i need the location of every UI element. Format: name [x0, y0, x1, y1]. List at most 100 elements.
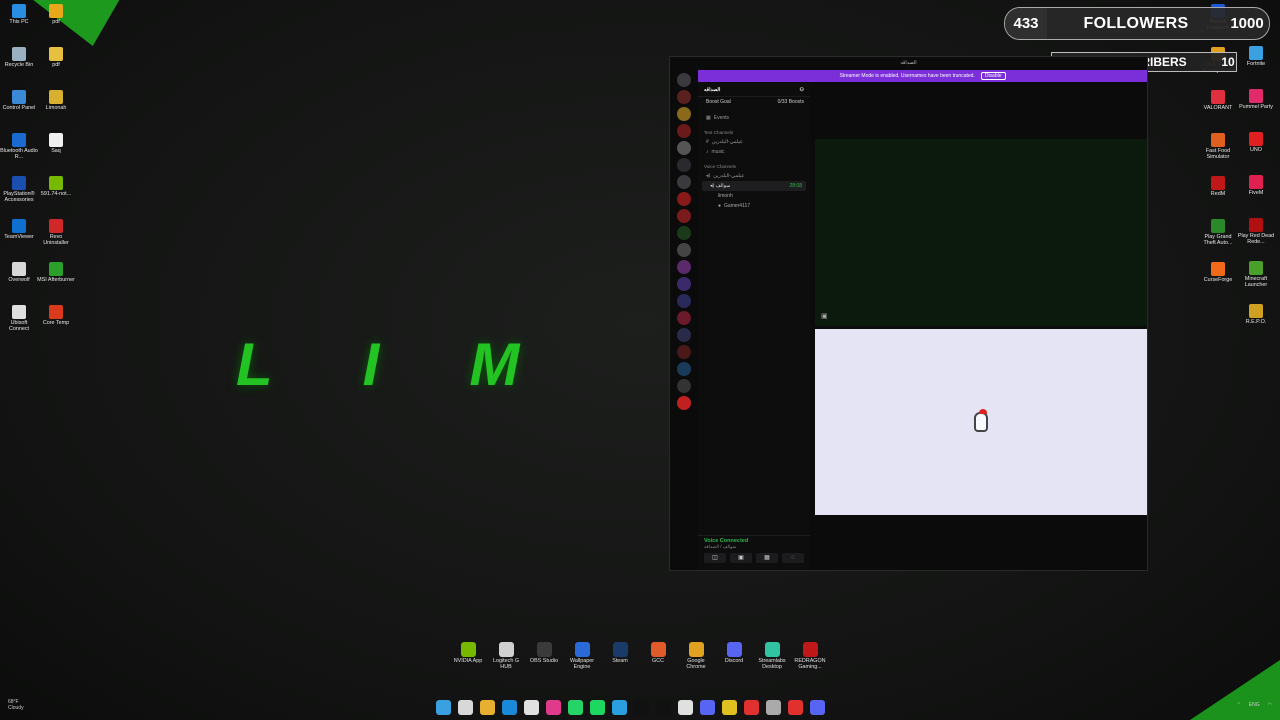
invite-icon[interactable]: ⚇	[800, 87, 804, 93]
wifi-icon[interactable]: ◠	[1268, 702, 1272, 708]
text-channel[interactable]: ♪ music	[698, 147, 810, 157]
app-shortcut[interactable]: Saq	[37, 133, 75, 176]
text-channel[interactable]: # عيلمي-البلدرين	[698, 137, 810, 147]
activities-icon[interactable]: ▦	[756, 553, 778, 563]
app-shortcut[interactable]: Streamlabs Desktop	[753, 642, 791, 670]
server-icon[interactable]	[677, 345, 691, 359]
app-shortcut[interactable]: Fast Food Simulator	[1199, 133, 1237, 176]
app-shortcut[interactable]: pdf	[37, 47, 75, 90]
discord-window[interactable]: الصداقه Streamer Mode is enabled. Userna…	[669, 56, 1148, 571]
app-shortcut[interactable]: Logitech G HUB	[487, 642, 525, 670]
voice-channel-active[interactable]: ◂) سوالف 28:08	[702, 181, 806, 191]
server-icon[interactable]	[677, 260, 691, 274]
app-shortcut[interactable]: Steam	[601, 642, 639, 670]
app-shortcut[interactable]: OBS Studio	[525, 642, 563, 670]
server-icon[interactable]	[677, 243, 691, 257]
voice-user[interactable]: limonh	[698, 191, 810, 201]
app-shortcut[interactable]: Minecraft Launcher	[1237, 261, 1275, 304]
discord-home-icon[interactable]	[677, 73, 691, 87]
server-icon[interactable]	[677, 294, 691, 308]
soundboard-icon[interactable]: ◌	[782, 553, 804, 563]
voice-stage-tile[interactable]: ▣	[815, 139, 1147, 326]
events-item[interactable]: ▦ Events	[698, 113, 810, 123]
taskbar-app-icon[interactable]	[524, 700, 539, 715]
boost-goal[interactable]: Boost Goal 0/33 Boosts	[698, 97, 810, 107]
server-icon[interactable]	[677, 396, 691, 410]
server-icon[interactable]	[677, 90, 691, 104]
taskbar-app-icon[interactable]	[810, 700, 825, 715]
app-shortcut[interactable]: UNO	[1237, 132, 1275, 175]
taskbar-app-icon[interactable]	[502, 700, 517, 715]
app-shortcut[interactable]: Discord	[715, 642, 753, 670]
server-icon[interactable]	[677, 124, 691, 138]
weather-widget[interactable]: 68°F Cloudy	[8, 699, 24, 711]
server-icon[interactable]	[677, 362, 691, 376]
taskbar-app-icon[interactable]	[766, 700, 781, 715]
app-shortcut[interactable]: Play Red Dead Rede...	[1237, 218, 1275, 261]
server-icon[interactable]	[677, 209, 691, 223]
taskbar-app-icon[interactable]	[480, 700, 495, 715]
camera-icon[interactable]: ◫	[704, 553, 726, 563]
app-shortcut[interactable]: FiveM	[1237, 175, 1275, 218]
app-shortcut[interactable]: Google Chrome	[677, 642, 715, 670]
app-shortcut[interactable]: Overwolf	[0, 262, 38, 305]
server-icon[interactable]	[677, 226, 691, 240]
server-icon[interactable]	[677, 379, 691, 393]
app-shortcut[interactable]: REDRAGON Gaming...	[791, 642, 829, 670]
app-shortcut[interactable]: Play Grand Theft Auto...	[1199, 219, 1237, 262]
app-shortcut[interactable]: VALORANT	[1199, 90, 1237, 133]
app-shortcut[interactable]: NVIDIA App	[449, 642, 487, 670]
taskbar-app-icon[interactable]	[612, 700, 627, 715]
app-shortcut[interactable]: Pummel Party	[1237, 89, 1275, 132]
screen-icon[interactable]: ▣	[821, 312, 828, 320]
start-icon[interactable]	[436, 700, 451, 715]
server-icon[interactable]	[677, 107, 691, 121]
app-shortcut[interactable]: This PC	[0, 4, 38, 47]
app-shortcut[interactable]: Fortnite	[1237, 46, 1275, 89]
server-header[interactable]: الصداقه ⚇	[698, 83, 810, 97]
app-shortcut[interactable]: PlayStation® Accessories	[0, 176, 38, 219]
taskbar-app-icon[interactable]	[458, 700, 473, 715]
server-icon[interactable]	[677, 311, 691, 325]
app-shortcut[interactable]: CurseForge	[1199, 262, 1237, 305]
app-shortcut[interactable]: RedM	[1199, 176, 1237, 219]
app-shortcut[interactable]: Control Panel	[0, 90, 38, 133]
server-icon[interactable]	[677, 141, 691, 155]
voice-user[interactable]: ● Gamer4117	[698, 201, 810, 211]
app-shortcut[interactable]: Core Temp	[37, 305, 75, 348]
app-shortcut[interactable]: Recycle Bin	[0, 47, 38, 90]
taskbar-app-icon[interactable]	[788, 700, 803, 715]
taskbar-app-icon[interactable]	[678, 700, 693, 715]
app-shortcut[interactable]: Bluetooth Audio R...	[0, 133, 38, 176]
chevron-up-icon[interactable]: ⌃	[1237, 702, 1241, 708]
app-shortcut[interactable]: TeamViewer	[0, 219, 38, 262]
app-shortcut[interactable]: GCC	[639, 642, 677, 670]
server-icon[interactable]	[677, 328, 691, 342]
taskbar-app-icon[interactable]	[722, 700, 737, 715]
app-shortcut[interactable]: 591.74-not...	[37, 176, 75, 219]
stream-tile[interactable]	[815, 329, 1147, 515]
taskbar-app-icon[interactable]	[590, 700, 605, 715]
app-shortcut[interactable]: Limonah	[37, 90, 75, 133]
voice-channel[interactable]: ◂) عيلمي-البلدرين	[698, 171, 810, 181]
app-shortcut[interactable]: R.E.P.O.	[1237, 304, 1275, 347]
disable-button[interactable]: Disable	[980, 72, 1006, 80]
server-icon[interactable]	[677, 277, 691, 291]
server-icon[interactable]	[677, 158, 691, 172]
app-shortcut[interactable]: Ubisoft Connect	[0, 305, 38, 348]
server-icon[interactable]	[677, 175, 691, 189]
taskbar-app-icon[interactable]	[568, 700, 583, 715]
screen-share-icon[interactable]: ▣	[730, 553, 752, 563]
app-shortcut[interactable]: MSI Afterburner	[37, 262, 75, 305]
voice-category[interactable]: Voice Channels	[698, 161, 810, 171]
taskbar-app-icon[interactable]	[634, 700, 649, 715]
taskbar-app-icon[interactable]	[546, 700, 561, 715]
app-shortcut[interactable]: pdf	[37, 4, 75, 47]
taskbar-app-icon[interactable]	[700, 700, 715, 715]
language-indicator[interactable]: ENG	[1249, 702, 1260, 708]
app-shortcut[interactable]: Wallpaper Engine	[563, 642, 601, 670]
app-shortcut[interactable]: Revo Uninstaller	[37, 219, 75, 262]
server-icon[interactable]	[677, 192, 691, 206]
taskbar-app-icon[interactable]	[744, 700, 759, 715]
taskbar-app-icon[interactable]	[656, 700, 671, 715]
